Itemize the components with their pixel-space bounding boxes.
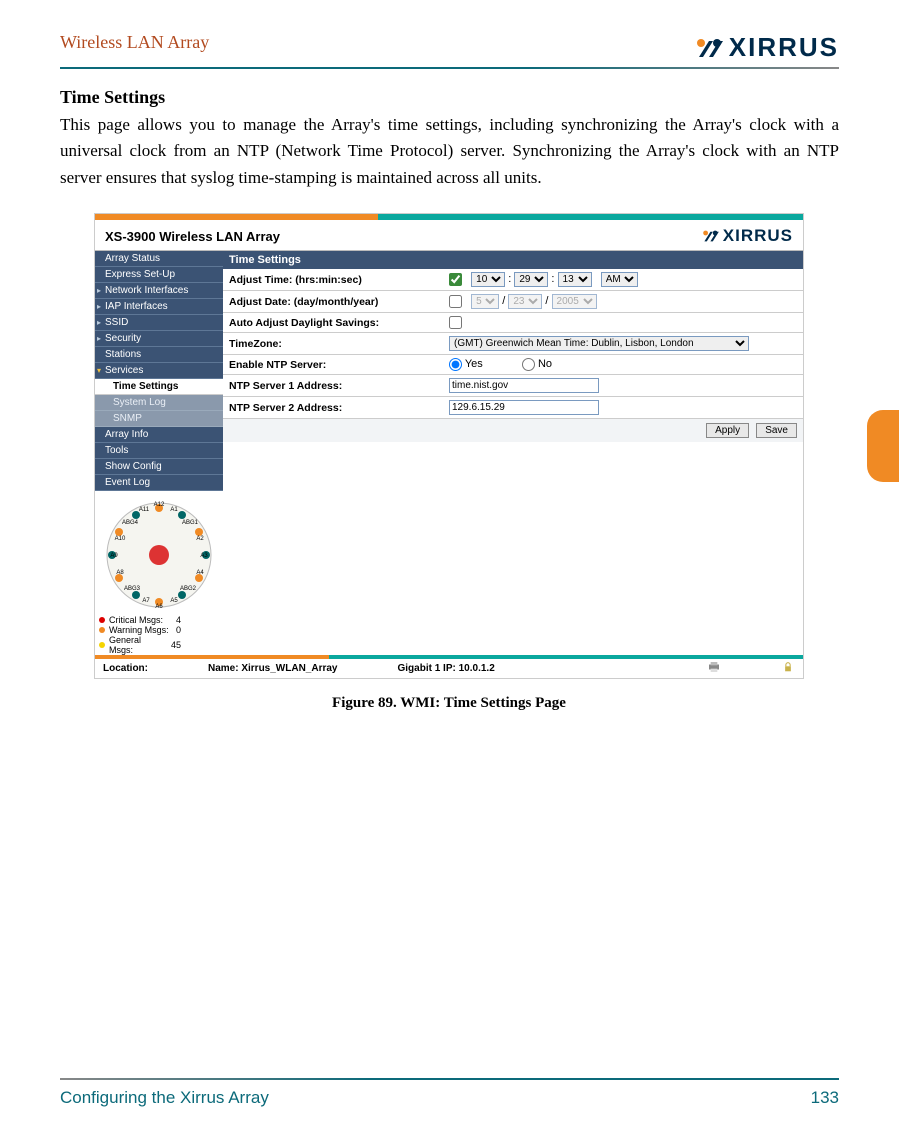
ntp-no-label: No <box>538 358 552 370</box>
timezone-label: TimeZone: <box>223 333 443 355</box>
svg-text:A10: A10 <box>115 536 126 542</box>
general-msgs-label: General Msgs: <box>109 635 167 655</box>
sidebar-item-iap-interfaces[interactable]: IAP Interfaces <box>95 299 223 315</box>
sidebar-item-express-setup[interactable]: Express Set-Up <box>95 267 223 283</box>
sidebar-sub-time-settings[interactable]: Time Settings <box>95 379 223 395</box>
svg-text:A4: A4 <box>196 570 204 576</box>
svg-text:A5: A5 <box>170 598 178 604</box>
footer-location-label: Location: <box>103 663 148 674</box>
svg-text:A2: A2 <box>196 536 204 542</box>
adjust-date-month-select[interactable]: 23 <box>508 294 542 309</box>
dot-warning-icon <box>99 627 105 633</box>
ntp2-label: NTP Server 2 Address: <box>223 397 443 419</box>
svg-text:A11: A11 <box>139 507 150 513</box>
footer-rule <box>60 1078 839 1080</box>
ntp1-label: NTP Server 1 Address: <box>223 375 443 397</box>
ntp-yes-label: Yes <box>465 358 483 370</box>
svg-text:A12: A12 <box>154 502 165 508</box>
adjust-date-label: Adjust Date: (day/month/year) <box>223 291 443 313</box>
sidebar-item-show-config[interactable]: Show Config <box>95 459 223 475</box>
svg-text:ABG1: ABG1 <box>182 520 199 526</box>
sidebar-item-network-interfaces[interactable]: Network Interfaces <box>95 283 223 299</box>
adjust-date-year-select[interactable]: 2005 <box>552 294 597 309</box>
svg-text:ABG2: ABG2 <box>180 586 197 592</box>
header-rule <box>60 67 839 69</box>
critical-msgs-label: Critical Msgs: <box>109 615 163 625</box>
adjust-date-checkbox[interactable] <box>449 295 462 308</box>
ntp2-input[interactable] <box>449 400 599 415</box>
dot-critical-icon <box>99 617 105 623</box>
adjust-time-hours-select[interactable]: 10 <box>471 272 505 287</box>
svg-text:A1: A1 <box>170 507 178 513</box>
xirrus-logo: XIRRUS <box>695 32 839 63</box>
ntp-yes-radio[interactable] <box>449 358 462 371</box>
section-title: Time Settings <box>60 87 839 108</box>
figure-title: XS-3900 Wireless LAN Array <box>105 229 280 244</box>
adjust-time-minutes-select[interactable]: 29 <box>514 272 548 287</box>
apply-button[interactable]: Apply <box>706 423 749 438</box>
timezone-select[interactable]: (GMT) Greenwich Mean Time: Dublin, Lisbo… <box>449 336 749 351</box>
sidebar: Array Status Express Set-Up Network Inte… <box>95 251 223 655</box>
ntp-enable-label: Enable NTP Server: <box>223 355 443 375</box>
critical-msgs-value: 4 <box>176 615 223 625</box>
footer-section-title: Configuring the Xirrus Array <box>60 1088 269 1108</box>
array-diagram: A12 A11 A1 ABG4 ABG1 A10 A2 A9 A3 A8 A4 … <box>95 495 223 615</box>
main-panel: Time Settings Adjust Time: (hrs:min:sec)… <box>223 251 803 442</box>
sidebar-item-security[interactable]: Security <box>95 331 223 347</box>
svg-text:A9: A9 <box>110 553 118 559</box>
dst-checkbox[interactable] <box>449 316 462 329</box>
body-paragraph: This page allows you to manage the Array… <box>60 112 839 191</box>
sidebar-item-stations[interactable]: Stations <box>95 347 223 363</box>
ntp-no-radio[interactable] <box>522 358 535 371</box>
side-tab <box>867 410 899 482</box>
figure-wmi-time-settings: XS-3900 Wireless LAN Array XIRRUS Array … <box>94 213 804 679</box>
adjust-time-ampm-select[interactable]: AM <box>601 272 638 287</box>
sidebar-sub-snmp[interactable]: SNMP <box>95 411 223 427</box>
sidebar-sub-system-log[interactable]: System Log <box>95 395 223 411</box>
adjust-time-checkbox[interactable] <box>449 273 462 286</box>
figure-caption: Figure 89. WMI: Time Settings Page <box>94 695 804 712</box>
warning-msgs-value: 0 <box>176 625 223 635</box>
svg-text:A3: A3 <box>200 553 208 559</box>
sidebar-item-services[interactable]: Services <box>95 363 223 379</box>
sidebar-item-ssid[interactable]: SSID <box>95 315 223 331</box>
dst-label: Auto Adjust Daylight Savings: <box>223 313 443 333</box>
adjust-time-seconds-select[interactable]: 13 <box>558 272 592 287</box>
xirrus-logo-small: XIRRUS <box>702 226 793 246</box>
adjust-date-day-select[interactable]: 5 <box>471 294 499 309</box>
ntp1-input[interactable] <box>449 378 599 393</box>
sidebar-item-tools[interactable]: Tools <box>95 443 223 459</box>
sidebar-item-event-log[interactable]: Event Log <box>95 475 223 491</box>
adjust-time-label: Adjust Time: (hrs:min:sec) <box>223 269 443 291</box>
sidebar-item-array-status[interactable]: Array Status <box>95 251 223 267</box>
svg-text:ABG4: ABG4 <box>122 520 139 526</box>
svg-text:A6: A6 <box>155 604 163 610</box>
general-msgs-value: 45 <box>171 640 223 650</box>
footer-gigabit-label: Gigabit 1 IP: 10.0.1.2 <box>398 663 495 674</box>
lock-icon[interactable] <box>781 662 795 675</box>
message-counts: Critical Msgs: 4 Warning Msgs: 0 General… <box>95 615 223 655</box>
dot-general-icon <box>99 642 105 648</box>
footer-page-number: 133 <box>811 1088 839 1108</box>
svg-text:A7: A7 <box>142 598 150 604</box>
main-panel-header: Time Settings <box>223 251 803 269</box>
save-button[interactable]: Save <box>756 423 797 438</box>
page-header-title: Wireless LAN Array <box>60 32 209 53</box>
footer-name-label: Name: Xirrus_WLAN_Array <box>208 663 338 674</box>
sidebar-item-array-info[interactable]: Array Info <box>95 427 223 443</box>
printer-icon[interactable] <box>707 662 721 675</box>
warning-msgs-label: Warning Msgs: <box>109 625 169 635</box>
svg-text:ABG3: ABG3 <box>124 586 141 592</box>
svg-text:A8: A8 <box>116 570 124 576</box>
